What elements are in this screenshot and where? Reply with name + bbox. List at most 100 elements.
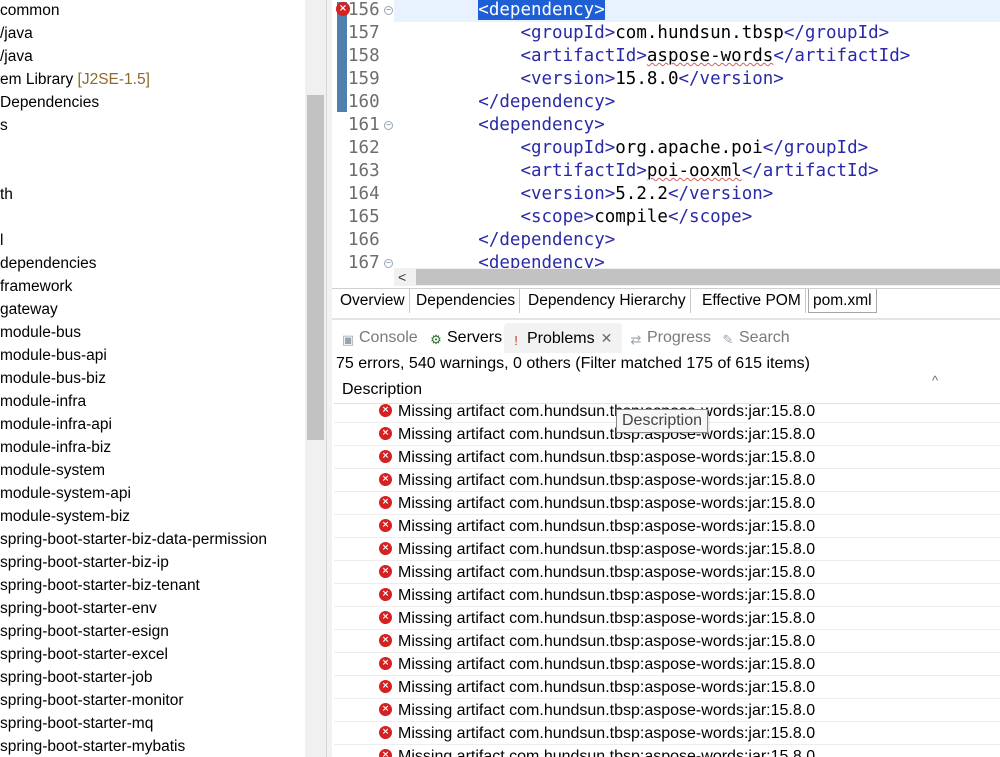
line-number: 162 (348, 138, 380, 158)
pom-tab-pom-xml[interactable]: pom.xml (808, 289, 877, 313)
tree-item[interactable]: /java (0, 23, 305, 46)
tree-item[interactable]: module-bus-biz (0, 368, 305, 391)
tree-item[interactable]: module-bus (0, 322, 305, 345)
xml-tag: <version> (520, 184, 616, 204)
tree-item[interactable]: th (0, 184, 305, 207)
code-line[interactable]: <version>15.8.0</version> (394, 68, 1000, 91)
line-number: 167 (348, 253, 380, 273)
tree-item-label: /java (0, 48, 33, 65)
tree-item[interactable]: framework (0, 276, 305, 299)
tree-item[interactable]: s (0, 115, 305, 138)
problem-row[interactable]: × Missing artifact com.hundsun.tbsp:aspos… (334, 584, 1000, 607)
tree-item-label: module-bus (0, 324, 81, 341)
tree-item[interactable]: module-system (0, 460, 305, 483)
tree-item-label: spring-boot-starter-env (0, 600, 157, 617)
tree-item[interactable]: /java (0, 46, 305, 69)
fold-toggle-icon[interactable]: − (384, 6, 393, 15)
tree-item[interactable]: gateway (0, 299, 305, 322)
pom-tab-dependency-hierarchy[interactable]: Dependency Hierarchy (524, 289, 691, 313)
tree-item[interactable]: spring-boot-starter-mq (0, 713, 305, 736)
problem-row[interactable]: × Missing artifact com.hundsun.tbsp:aspos… (334, 699, 1000, 722)
problem-row[interactable]: × Missing artifact com.hundsun.tbsp:aspos… (334, 745, 1000, 757)
xml-text: com.hundsun.tbsp (615, 23, 784, 43)
problem-row[interactable]: × Missing artifact com.hundsun.tbsp:aspos… (334, 469, 1000, 492)
problem-row[interactable]: × Missing artifact com.hundsun.tbsp:aspos… (334, 607, 1000, 630)
editor-horizontal-scrollbar[interactable]: < (394, 268, 1000, 286)
tree-item[interactable]: em Library [J2SE-1.5] (0, 69, 305, 92)
tree-item[interactable]: spring-boot-starter-excel (0, 644, 305, 667)
tree-item[interactable]: spring-boot-starter-esign (0, 621, 305, 644)
problem-row[interactable]: × Missing artifact com.hundsun.tbsp:aspos… (334, 538, 1000, 561)
view-tab-console[interactable]: ▣ Console (336, 323, 422, 353)
tree-item[interactable]: dependencies (0, 253, 305, 276)
tree-item[interactable]: spring-boot-starter-monitor (0, 690, 305, 713)
tree-item[interactable]: spring-boot-starter-biz-tenant (0, 575, 305, 598)
error-icon: × (379, 703, 392, 716)
problem-row[interactable]: × Missing artifact com.hundsun.tbsp:aspos… (334, 722, 1000, 745)
tree-item[interactable] (0, 138, 305, 161)
problem-row[interactable]: × Missing artifact com.hundsun.tbsp:aspos… (334, 630, 1000, 653)
tree-item[interactable]: module-infra (0, 391, 305, 414)
fold-toggle-icon[interactable]: − (384, 121, 393, 130)
pom-tab-dependencies[interactable]: Dependencies (412, 289, 521, 313)
tree-item[interactable]: Dependencies (0, 92, 305, 115)
line-number: 161 (348, 115, 380, 135)
code-line[interactable]: <dependency> (394, 0, 1000, 22)
tree-item[interactable]: spring-boot-starter-biz-ip (0, 552, 305, 575)
view-tab-progress[interactable]: ⇄ Progress (624, 323, 714, 353)
code-line[interactable]: <groupId>com.hundsun.tbsp</groupId> (394, 22, 1000, 45)
line-number: 166 (348, 230, 380, 250)
line-number-row: 164 (332, 183, 394, 206)
code-line[interactable]: <version>5.2.2</version> (394, 183, 1000, 206)
problems-list: × Missing artifact com.hundsun.tbsp:aspos… (334, 400, 1000, 757)
code-line[interactable]: <artifactId>poi-ooxml</artifactId> (394, 160, 1000, 183)
pom-editor[interactable]: × 156−157 158 159 160 161−162 163 164 165 166 167−… (332, 0, 1000, 288)
view-tab-search[interactable]: ✎ Search (716, 323, 796, 353)
code-line[interactable]: </dependency> (394, 229, 1000, 252)
code-area[interactable]: <dependency> <groupId>com.hundsun.tbsp</… (394, 0, 1000, 273)
tree-item[interactable]: spring-boot-starter-biz-data-permission (0, 529, 305, 552)
tree-item[interactable]: l (0, 230, 305, 253)
fold-toggle-icon[interactable]: − (384, 259, 393, 268)
tree-item[interactable]: spring-boot-starter-mybatis (0, 736, 305, 757)
problem-row[interactable]: × Missing artifact com.hundsun.tbsp:aspos… (334, 492, 1000, 515)
editor-scroll-thumb[interactable] (416, 269, 1000, 285)
tree-item[interactable]: common (0, 0, 305, 23)
tree-item[interactable]: module-infra-api (0, 414, 305, 437)
line-number: 157 (348, 23, 380, 43)
line-number: 158 (348, 46, 380, 66)
code-line[interactable]: </dependency> (394, 91, 1000, 114)
problem-row[interactable]: × Missing artifact com.hundsun.tbsp:aspos… (334, 561, 1000, 584)
column-header-description[interactable]: Description (342, 379, 422, 401)
tree-item-label: spring-boot-starter-mq (0, 715, 154, 732)
explorer-scroll-thumb[interactable] (307, 95, 324, 440)
pom-tab-overview[interactable]: Overview (336, 289, 410, 313)
pom-tab-effective-pom[interactable]: Effective POM (698, 289, 806, 313)
code-line[interactable]: <scope>compile</scope> (394, 206, 1000, 229)
tree-item[interactable]: module-infra-biz (0, 437, 305, 460)
tree-item[interactable]: spring-boot-starter-job (0, 667, 305, 690)
code-line[interactable]: <dependency> (394, 114, 1000, 137)
line-number-row: 159 (332, 68, 394, 91)
problem-description: Missing artifact com.hundsun.tbsp:aspose… (398, 449, 816, 466)
problem-row[interactable]: × Missing artifact com.hundsun.tbsp:aspos… (334, 653, 1000, 676)
problem-row[interactable]: × Missing artifact com.hundsun.tbsp:aspos… (334, 515, 1000, 538)
scroll-left-arrow-icon[interactable]: < (398, 268, 406, 286)
problem-row[interactable]: × Missing artifact com.hundsun.tbsp:aspos… (334, 676, 1000, 699)
view-tab-servers[interactable]: ⚙ Servers (424, 323, 502, 353)
tree-item[interactable]: module-bus-api (0, 345, 305, 368)
tree-item[interactable]: module-system-api (0, 483, 305, 506)
close-tab-icon[interactable]: ✕ (601, 330, 613, 346)
tree-item[interactable]: module-system-biz (0, 506, 305, 529)
tree-item[interactable] (0, 207, 305, 230)
code-line[interactable]: <artifactId>aspose-words</artifactId> (394, 45, 1000, 68)
explorer-vertical-scrollbar[interactable] (305, 0, 326, 757)
code-line[interactable]: <groupId>org.apache.poi</groupId> (394, 137, 1000, 160)
tree-item[interactable]: spring-boot-starter-env (0, 598, 305, 621)
problem-row[interactable]: × Missing artifact com.hundsun.tbsp:aspos… (334, 446, 1000, 469)
tree-item-label: module-infra (0, 393, 87, 410)
tree-item[interactable] (0, 161, 305, 184)
view-tab-problems[interactable]: ! Problems ✕ (504, 323, 622, 353)
